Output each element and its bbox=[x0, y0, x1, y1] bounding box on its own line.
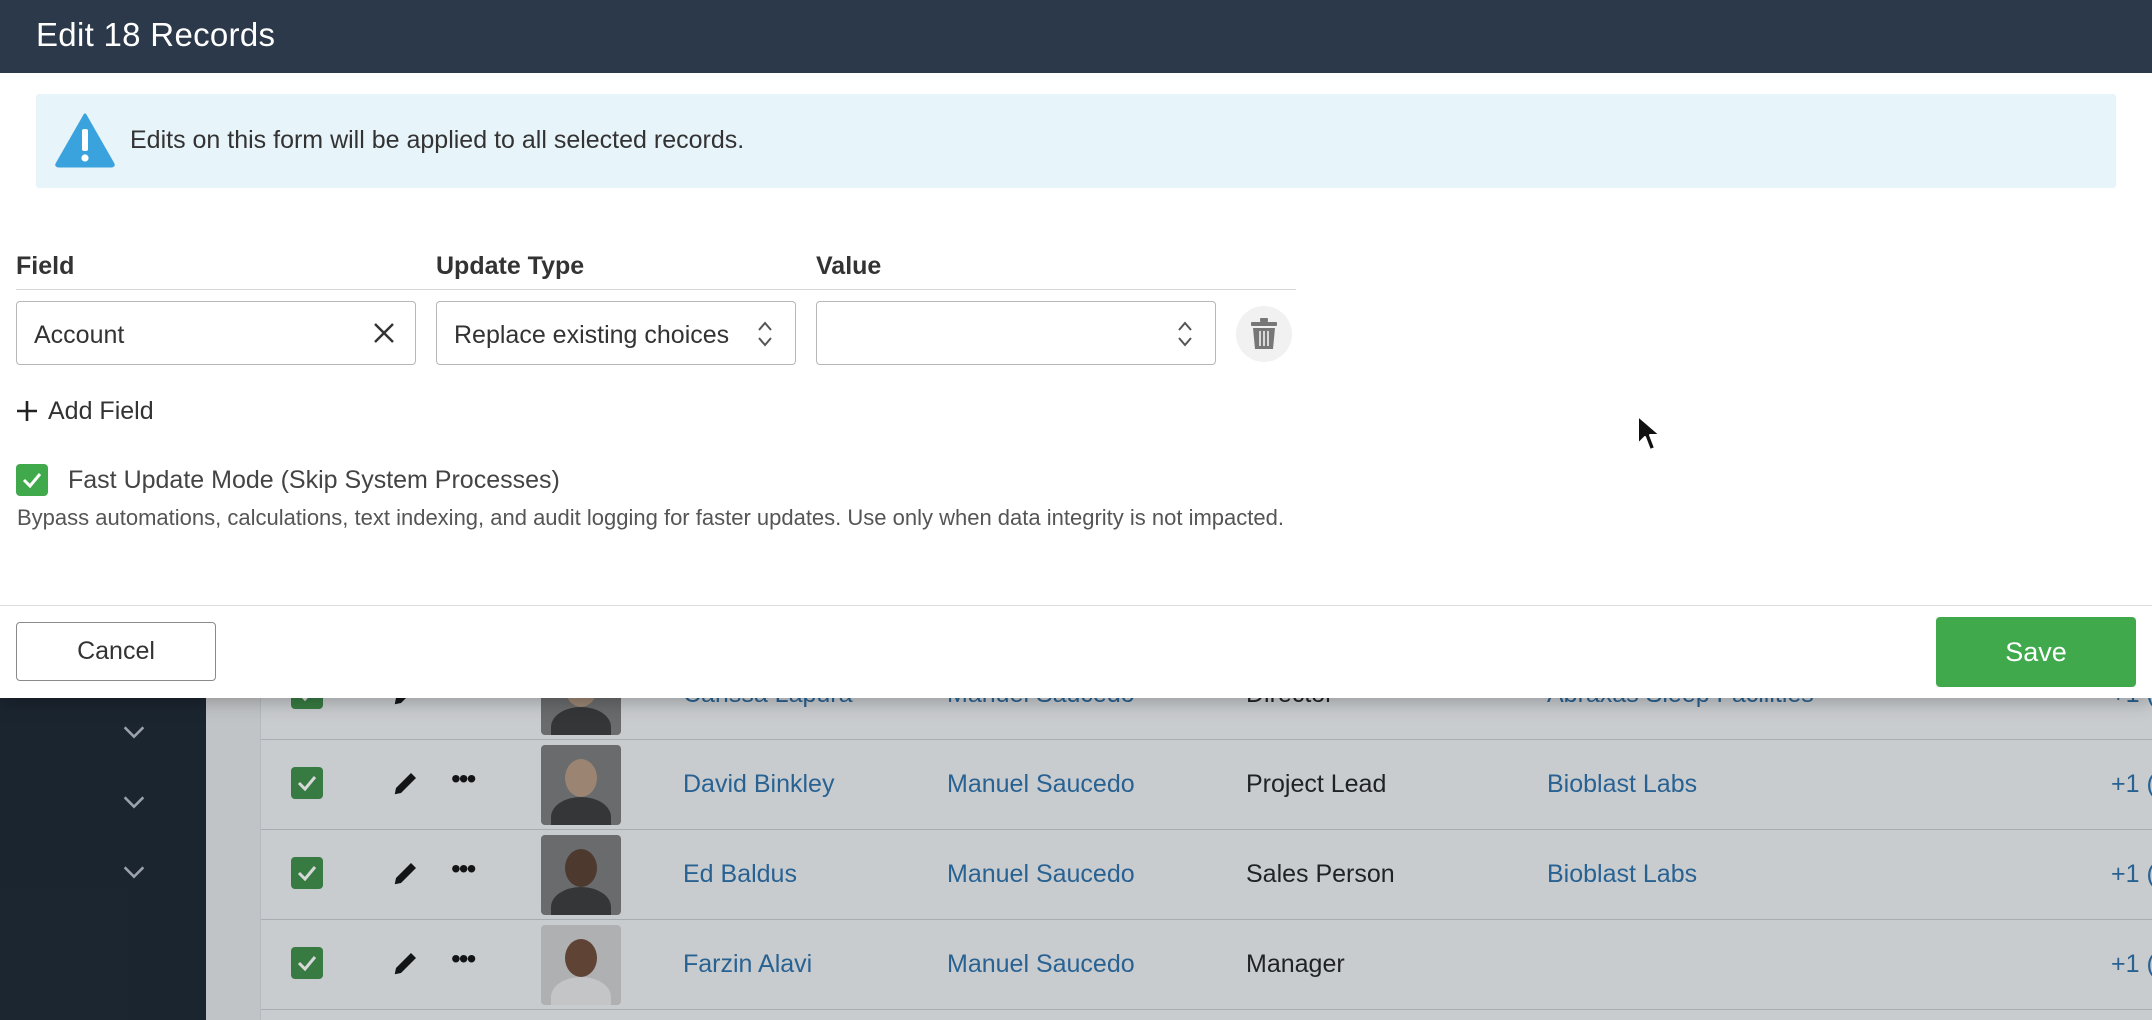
update-type-select[interactable]: Replace existing choices bbox=[436, 301, 796, 365]
phone-link[interactable]: +1 ( bbox=[2111, 950, 2152, 979]
checkmark-icon bbox=[297, 956, 317, 972]
phone-link[interactable]: +1 ( bbox=[2111, 860, 2152, 889]
avatar bbox=[541, 925, 621, 1005]
table-row[interactable]: ••• Ed Baldus Manuel Saucedo Sales Perso… bbox=[261, 830, 2152, 920]
fast-update-label[interactable]: Fast Update Mode (Skip System Processes) bbox=[68, 466, 560, 495]
cancel-button[interactable]: Cancel bbox=[16, 622, 216, 681]
info-alert: Edits on this form will be applied to al… bbox=[36, 94, 2116, 188]
owner-link[interactable]: Manuel Saucedo bbox=[947, 770, 1135, 799]
owner-link[interactable]: Manuel Saucedo bbox=[947, 860, 1135, 889]
fast-update-description: Bypass automations, calculations, text i… bbox=[17, 505, 1284, 530]
more-dots-icon[interactable]: ••• bbox=[451, 945, 481, 978]
avatar bbox=[541, 745, 621, 825]
contact-name-link[interactable]: Ed Baldus bbox=[683, 860, 797, 889]
warning-triangle-icon bbox=[55, 113, 115, 168]
row-checkbox[interactable] bbox=[291, 947, 323, 979]
trash-icon bbox=[1251, 318, 1277, 349]
row-checkbox[interactable] bbox=[291, 767, 323, 799]
up-down-chevron-icon bbox=[1178, 321, 1192, 347]
checkmark-icon bbox=[22, 473, 42, 489]
value-select[interactable] bbox=[816, 301, 1216, 365]
contact-name-link[interactable]: Farzin Alavi bbox=[683, 950, 812, 979]
delete-row-button[interactable] bbox=[1236, 306, 1292, 362]
edit-records-modal: Edit 18 Records Edits on this form will … bbox=[0, 0, 2152, 698]
table-row[interactable]: ••• Farzin Alavi Manuel Saucedo Manager … bbox=[261, 920, 2152, 1010]
add-field-button[interactable]: Add Field bbox=[16, 395, 154, 427]
add-field-label: Add Field bbox=[48, 396, 154, 425]
footer-divider bbox=[0, 605, 2152, 606]
pencil-icon[interactable] bbox=[391, 858, 421, 888]
save-button[interactable]: Save bbox=[1936, 617, 2136, 687]
value-column-header: Value bbox=[816, 252, 882, 280]
owner-link[interactable]: Manuel Saucedo bbox=[947, 950, 1135, 979]
field-column-header: Field bbox=[16, 252, 75, 280]
more-dots-icon[interactable]: ••• bbox=[451, 765, 481, 798]
plus-icon bbox=[17, 401, 37, 421]
chevron-down-icon[interactable] bbox=[120, 718, 150, 748]
checkmark-icon bbox=[297, 866, 317, 882]
more-dots-icon[interactable]: ••• bbox=[451, 855, 481, 888]
contact-title: Sales Person bbox=[1246, 860, 1395, 888]
pencil-icon[interactable] bbox=[391, 768, 421, 798]
chevron-down-icon[interactable] bbox=[120, 788, 150, 818]
records-table: ••• Carissa Lapura Manuel Saucedo Direct… bbox=[260, 655, 2152, 1020]
avatar bbox=[541, 835, 621, 915]
pencil-icon[interactable] bbox=[391, 948, 421, 978]
account-link[interactable]: Bioblast Labs bbox=[1547, 860, 1697, 889]
fast-update-checkbox[interactable] bbox=[16, 464, 48, 496]
modal-header: Edit 18 Records bbox=[0, 0, 2152, 73]
update-type-column-header: Update Type bbox=[436, 252, 585, 280]
update-type-value: Replace existing choices bbox=[454, 321, 730, 349]
field-select[interactable]: Account bbox=[16, 301, 416, 365]
alert-message: Edits on this form will be applied to al… bbox=[130, 126, 745, 154]
phone-link[interactable]: +1 ( bbox=[2111, 770, 2152, 799]
up-down-chevron-icon bbox=[758, 321, 772, 347]
account-link[interactable]: Bioblast Labs bbox=[1547, 770, 1697, 799]
contact-name-link[interactable]: David Binkley bbox=[683, 770, 834, 799]
table-row[interactable]: ••• David Binkley Manuel Saucedo Project… bbox=[261, 740, 2152, 830]
field-select-value: Account bbox=[34, 321, 125, 349]
header-divider bbox=[16, 289, 1296, 290]
contact-title: Project Lead bbox=[1246, 770, 1387, 798]
close-icon[interactable] bbox=[371, 320, 397, 346]
modal-title: Edit 18 Records bbox=[36, 16, 276, 53]
contact-title: Manager bbox=[1246, 950, 1345, 978]
checkmark-icon bbox=[297, 776, 317, 792]
chevron-down-icon[interactable] bbox=[120, 858, 150, 888]
mouse-cursor-icon bbox=[1637, 415, 1661, 451]
row-checkbox[interactable] bbox=[291, 857, 323, 889]
